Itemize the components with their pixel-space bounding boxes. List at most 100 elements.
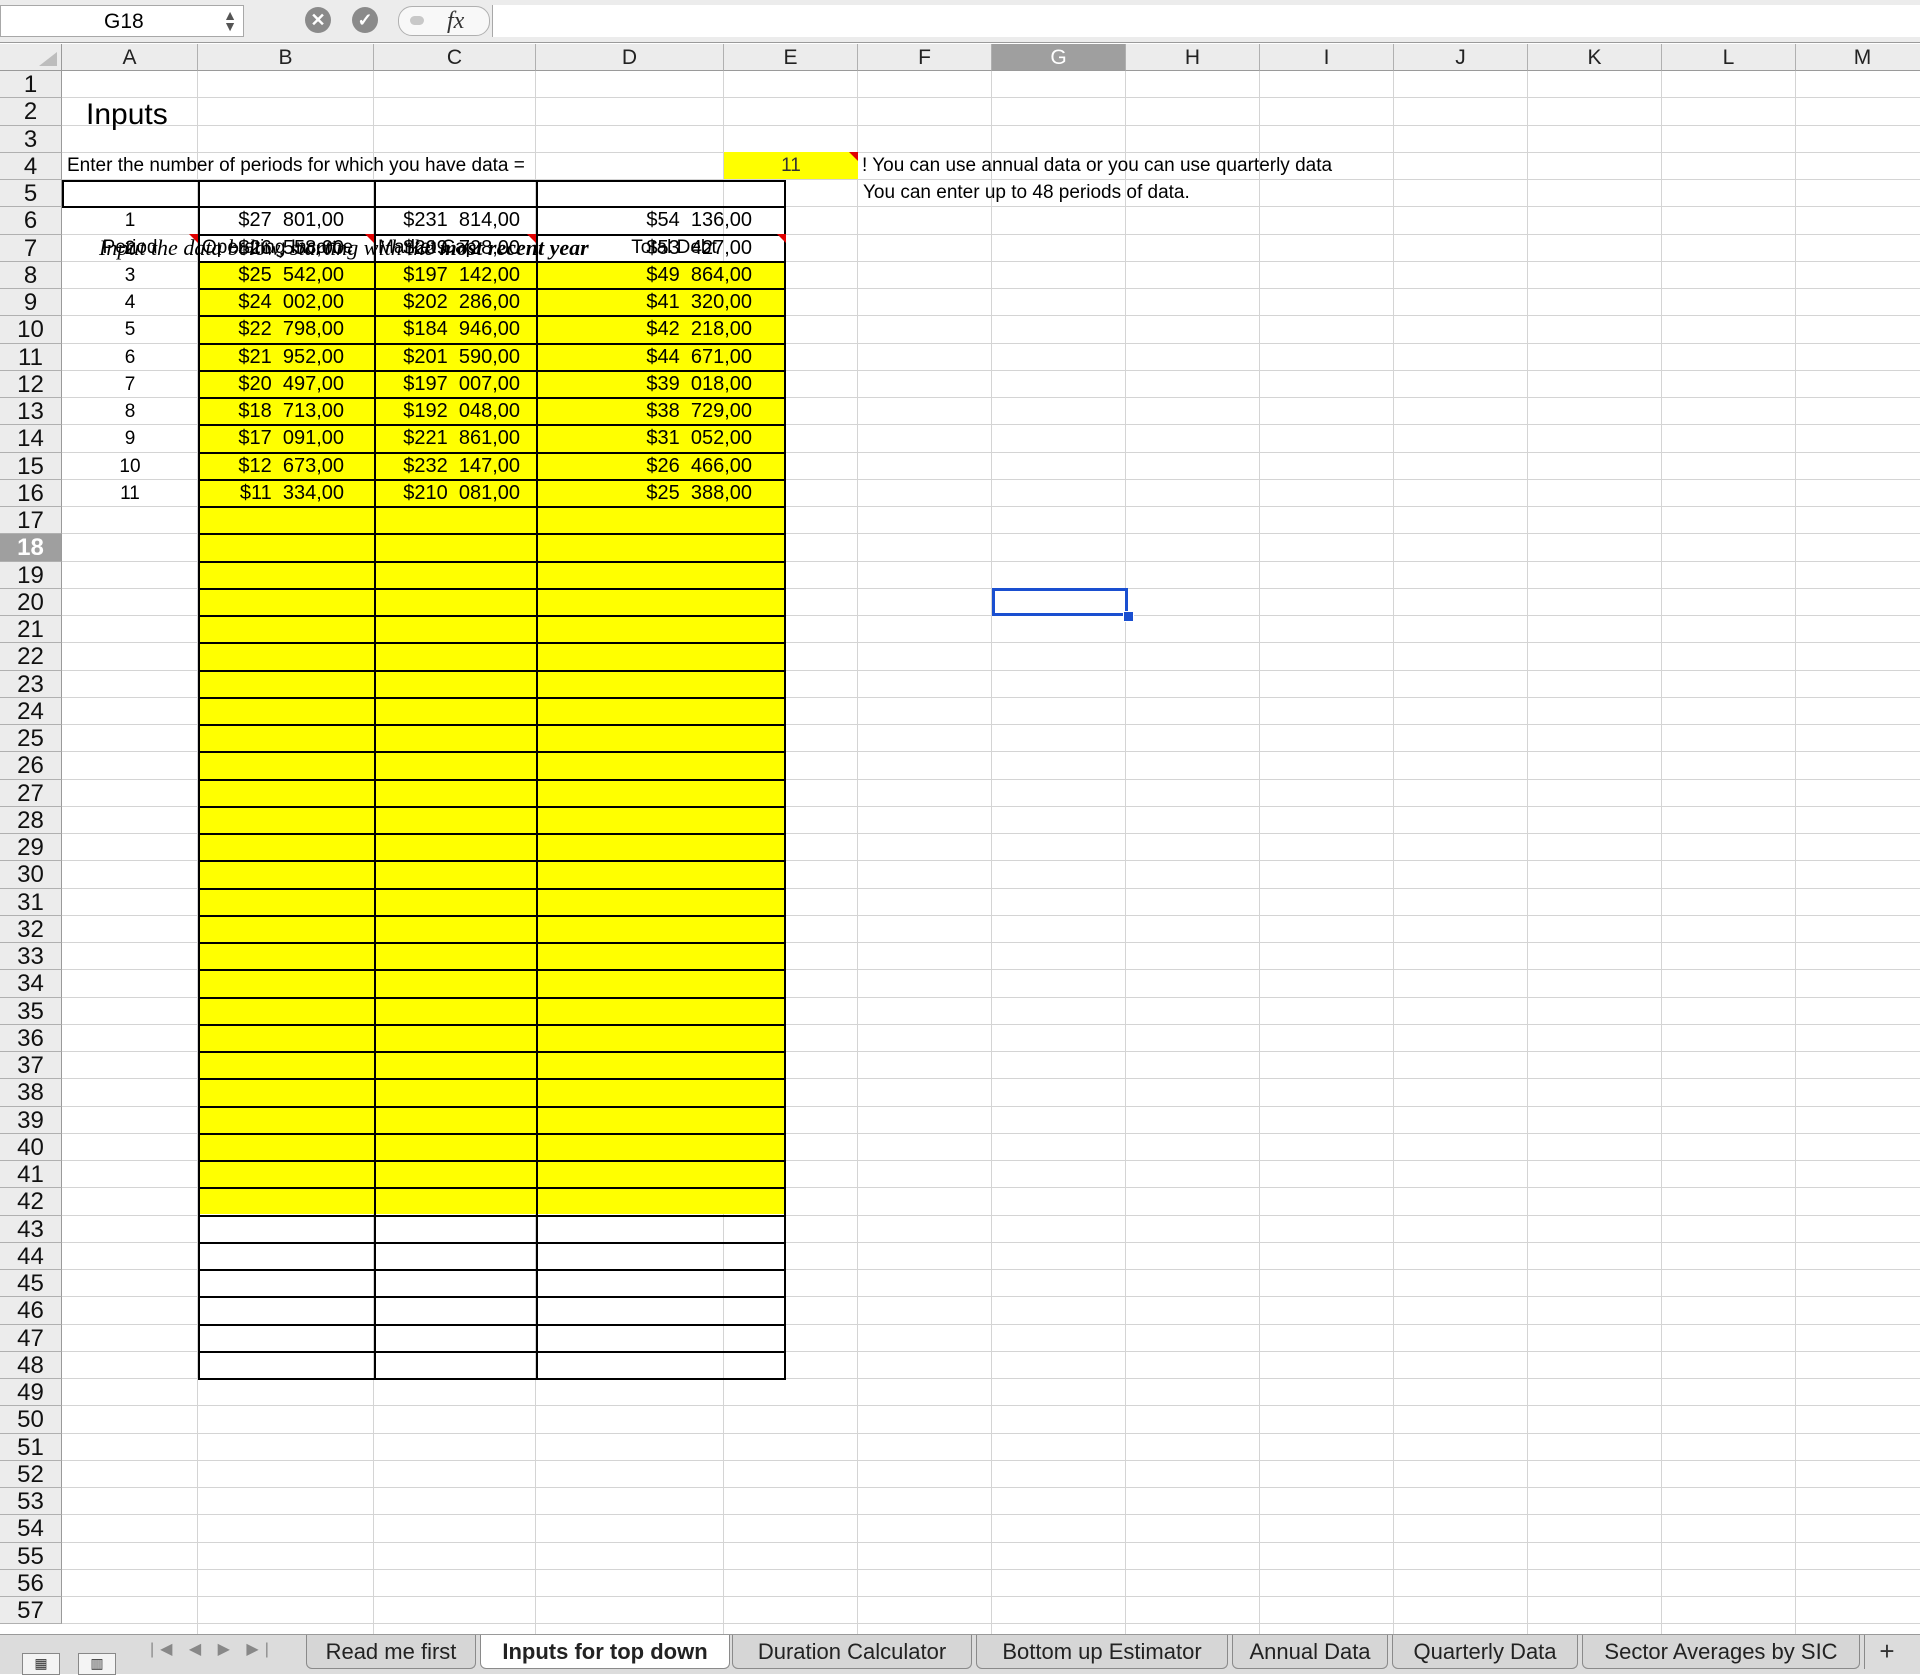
cell-operating-income[interactable]: $22 798,00 — [202, 316, 370, 343]
row-header-12[interactable]: 12 — [0, 370, 62, 398]
cell-total-debt[interactable]: $53 427,00 — [538, 235, 784, 262]
column-header-k[interactable]: K — [1528, 44, 1662, 71]
row-header-7[interactable]: 7 — [0, 234, 62, 262]
row-header-36[interactable]: 36 — [0, 1024, 62, 1052]
row-header-34[interactable]: 34 — [0, 970, 62, 998]
row-header-53[interactable]: 53 — [0, 1488, 62, 1516]
cell-total-debt[interactable]: $26 466,00 — [538, 453, 784, 480]
row-header-37[interactable]: 37 — [0, 1052, 62, 1080]
cell-market-cap[interactable]: $197 007,00 — [376, 371, 534, 398]
column-header-e[interactable]: E — [724, 44, 858, 71]
cell-operating-income[interactable]: $24 002,00 — [202, 289, 370, 316]
cell-period[interactable]: 1 — [62, 207, 198, 234]
cell-operating-income[interactable]: $12 673,00 — [202, 453, 370, 480]
column-header-i[interactable]: I — [1260, 44, 1394, 71]
cell-operating-income[interactable]: $25 542,00 — [202, 262, 370, 289]
column-header-a[interactable]: A — [62, 44, 198, 71]
row-header-52[interactable]: 52 — [0, 1460, 62, 1488]
cell-operating-income[interactable]: $20 497,00 — [202, 371, 370, 398]
row-header-13[interactable]: 13 — [0, 398, 62, 426]
cancel-icon[interactable]: ✕ — [305, 7, 331, 33]
cell-period[interactable]: 3 — [62, 262, 198, 289]
cell-operating-income[interactable]: $17 091,00 — [202, 425, 370, 452]
row-header-1[interactable]: 1 — [0, 71, 62, 99]
column-header-b[interactable]: B — [198, 44, 374, 71]
formula-input[interactable] — [492, 5, 1920, 37]
cell-total-debt[interactable]: $54 136,00 — [538, 207, 784, 234]
cell-market-cap[interactable]: $210 081,00 — [376, 480, 534, 507]
row-header-27[interactable]: 27 — [0, 779, 62, 807]
row-header-8[interactable]: 8 — [0, 261, 62, 289]
row-header-28[interactable]: 28 — [0, 806, 62, 834]
add-sheet-button[interactable]: + — [1864, 1635, 1909, 1669]
row-header-31[interactable]: 31 — [0, 888, 62, 916]
sheet-nav-arrows-icon[interactable]: |◀ ◀ ▶ ▶| — [150, 1639, 275, 1659]
row-header-17[interactable]: 17 — [0, 507, 62, 535]
row-header-33[interactable]: 33 — [0, 943, 62, 971]
row-header-39[interactable]: 39 — [0, 1106, 62, 1134]
row-header-3[interactable]: 3 — [0, 125, 62, 153]
cell-market-cap[interactable]: $221 861,00 — [376, 425, 534, 452]
cell-total-debt[interactable]: $42 218,00 — [538, 316, 784, 343]
cell-total-debt[interactable]: $38 729,00 — [538, 398, 784, 425]
cell-market-cap[interactable]: $231 814,00 — [376, 207, 534, 234]
row-header-24[interactable]: 24 — [0, 697, 62, 725]
sheet-tab[interactable]: Read me first — [306, 1635, 476, 1669]
column-header-c[interactable]: C — [374, 44, 536, 71]
row-header-4[interactable]: 4 — [0, 152, 62, 180]
column-header-d[interactable]: D — [536, 44, 724, 71]
row-header-56[interactable]: 56 — [0, 1569, 62, 1597]
cell-market-cap[interactable]: $192 048,00 — [376, 398, 534, 425]
row-header-46[interactable]: 46 — [0, 1297, 62, 1325]
row-header-40[interactable]: 40 — [0, 1133, 62, 1161]
sheet-tab[interactable]: Annual Data — [1232, 1635, 1388, 1669]
cell-operating-income[interactable]: $11 334,00 — [202, 480, 370, 507]
row-header-42[interactable]: 42 — [0, 1188, 62, 1216]
row-header-48[interactable]: 48 — [0, 1351, 62, 1379]
cell-period[interactable]: 2 — [62, 235, 198, 262]
row-header-22[interactable]: 22 — [0, 643, 62, 671]
row-header-32[interactable]: 32 — [0, 915, 62, 943]
sheet-tab[interactable]: Duration Calculator — [732, 1635, 972, 1669]
column-header-g[interactable]: G — [992, 44, 1126, 71]
page-layout-view-icon[interactable]: ▥ — [78, 1653, 116, 1675]
row-header-14[interactable]: 14 — [0, 425, 62, 453]
column-header-f[interactable]: F — [858, 44, 992, 71]
name-box[interactable]: G18 ▲ ▼ — [0, 5, 244, 37]
cell-market-cap[interactable]: $184 946,00 — [376, 316, 534, 343]
row-header-44[interactable]: 44 — [0, 1242, 62, 1270]
row-header-18[interactable]: 18 — [0, 534, 62, 562]
cell-period[interactable]: 8 — [62, 398, 198, 425]
cell-operating-income[interactable]: $18 713,00 — [202, 398, 370, 425]
row-header-57[interactable]: 57 — [0, 1597, 62, 1625]
row-header-2[interactable]: 2 — [0, 98, 62, 126]
sheet-tab[interactable]: Sector Averages by SIC — [1582, 1635, 1860, 1669]
cell-operating-income[interactable]: $26 558,00 — [202, 235, 370, 262]
cell-operating-income[interactable]: $27 801,00 — [202, 207, 370, 234]
row-header-26[interactable]: 26 — [0, 752, 62, 780]
name-box-spinner-icon[interactable]: ▲ ▼ — [223, 8, 237, 33]
normal-view-icon[interactable]: ▦ — [22, 1653, 60, 1675]
row-header-5[interactable]: 5 — [0, 180, 62, 208]
row-header-29[interactable]: 29 — [0, 834, 62, 862]
cell-total-debt[interactable]: $49 864,00 — [538, 262, 784, 289]
row-header-9[interactable]: 9 — [0, 289, 62, 317]
row-header-21[interactable]: 21 — [0, 616, 62, 644]
row-header-25[interactable]: 25 — [0, 725, 62, 753]
row-header-54[interactable]: 54 — [0, 1515, 62, 1543]
row-header-30[interactable]: 30 — [0, 861, 62, 889]
row-header-47[interactable]: 47 — [0, 1324, 62, 1352]
insert-function-button[interactable]: fx — [398, 6, 490, 36]
row-header-23[interactable]: 23 — [0, 670, 62, 698]
row-header-6[interactable]: 6 — [0, 207, 62, 235]
row-header-10[interactable]: 10 — [0, 316, 62, 344]
cell-period[interactable]: 7 — [62, 371, 198, 398]
cell-period[interactable]: 4 — [62, 289, 198, 316]
cell-total-debt[interactable]: $44 671,00 — [538, 344, 784, 371]
column-header-h[interactable]: H — [1126, 44, 1260, 71]
row-header-11[interactable]: 11 — [0, 343, 62, 371]
cell-total-debt[interactable]: $25 388,00 — [538, 480, 784, 507]
row-header-16[interactable]: 16 — [0, 479, 62, 507]
column-header-m[interactable]: M — [1796, 44, 1920, 71]
cell-operating-income[interactable]: $21 952,00 — [202, 344, 370, 371]
